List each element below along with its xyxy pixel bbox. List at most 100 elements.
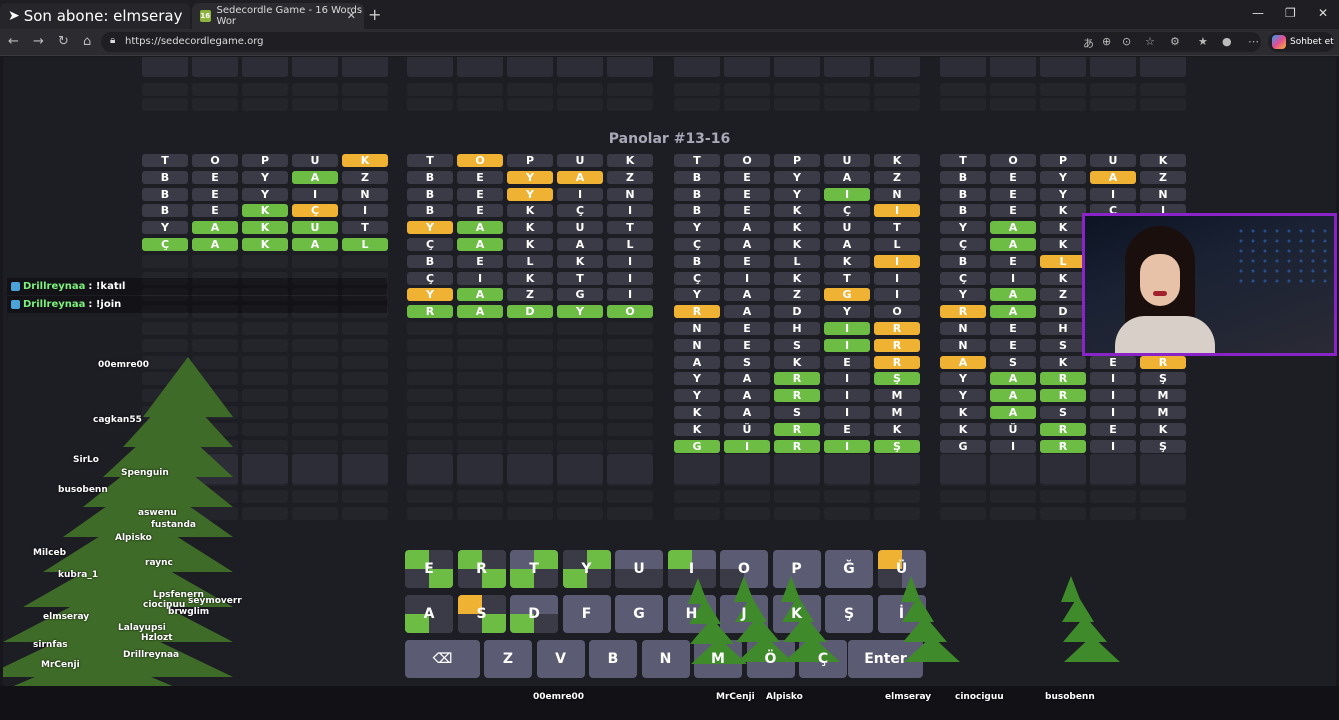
board-tile: S bbox=[990, 355, 1036, 369]
close-tab-icon[interactable]: ✕ bbox=[347, 9, 356, 22]
board-tile: D bbox=[774, 305, 820, 319]
board-tile: A bbox=[824, 238, 870, 251]
key-f[interactable]: F bbox=[562, 595, 611, 633]
key-a[interactable]: A bbox=[405, 595, 453, 633]
key-r[interactable]: R bbox=[457, 550, 506, 588]
tab-stream-title[interactable]: ➤ Son abone: elmseray bbox=[0, 3, 190, 29]
key-ğ[interactable]: Ğ bbox=[825, 550, 873, 588]
empty-tile bbox=[1040, 83, 1086, 96]
restore-icon[interactable]: ❐ bbox=[1285, 6, 1296, 20]
minimize-icon[interactable]: — bbox=[1252, 6, 1264, 20]
more-icon[interactable]: ⋯ bbox=[1248, 35, 1259, 48]
board-tile bbox=[724, 490, 770, 503]
forward-icon[interactable]: → bbox=[33, 34, 44, 49]
board-tile: P bbox=[242, 154, 288, 167]
key-g[interactable]: G bbox=[615, 595, 663, 633]
viewer-name-label: Alpisko bbox=[766, 692, 803, 702]
board-tile bbox=[457, 389, 503, 403]
board-tile: R bbox=[1040, 422, 1086, 436]
key-label: U bbox=[633, 561, 645, 577]
board-tile bbox=[242, 406, 288, 419]
empty-tile bbox=[407, 454, 453, 484]
favorite-icon[interactable]: ☆ bbox=[1145, 35, 1155, 48]
game-area: Panolar #13-16 TOPUKBEYAZBEYINBEKÇIYAKUT… bbox=[3, 57, 1336, 720]
board-tile: B bbox=[407, 187, 453, 201]
board-tile: E bbox=[457, 254, 503, 268]
board-tile: A bbox=[192, 238, 238, 251]
empty-tile bbox=[507, 98, 553, 111]
board-tile: Ü bbox=[990, 422, 1036, 436]
board-tile bbox=[342, 372, 388, 386]
board-tile: G bbox=[557, 288, 603, 302]
key-v[interactable]: V bbox=[536, 640, 585, 678]
key-z[interactable]: Z bbox=[484, 640, 532, 678]
board-tile bbox=[1090, 506, 1136, 520]
tab-sedecordle[interactable]: 16 Sedecordle Game - 16 Words Wor ✕ bbox=[192, 3, 364, 29]
empty-tile bbox=[342, 57, 388, 77]
board-tile: N bbox=[940, 322, 986, 335]
board-tile: I bbox=[1090, 389, 1136, 403]
copilot-button[interactable]: Sohbet et bbox=[1268, 32, 1334, 52]
new-tab-button[interactable]: + bbox=[368, 5, 381, 24]
board-tile: E bbox=[724, 204, 770, 218]
key-s[interactable]: S bbox=[457, 595, 506, 633]
key-e[interactable]: E bbox=[405, 550, 453, 588]
board-tile: K bbox=[557, 254, 603, 268]
board-tile: A bbox=[990, 389, 1036, 403]
key-ş[interactable]: Ş bbox=[825, 595, 873, 633]
translate-icon[interactable]: あ bbox=[1083, 35, 1094, 51]
board-tile bbox=[607, 506, 653, 520]
empty-tile bbox=[607, 98, 653, 111]
board-tile: K bbox=[774, 238, 820, 251]
tab-title: Son abone: elmseray bbox=[23, 7, 183, 25]
empty-tile bbox=[557, 454, 603, 484]
lock-icon: 🔒︎ bbox=[110, 35, 116, 46]
board-tile: R bbox=[1040, 372, 1086, 386]
chat-separator: : bbox=[88, 281, 96, 292]
reading-icon[interactable]: ⊙ bbox=[1122, 35, 1131, 48]
home-icon[interactable]: ⌂ bbox=[83, 34, 91, 49]
board-tile: U bbox=[292, 154, 338, 167]
key-label: H bbox=[685, 606, 698, 622]
board-tile: S bbox=[774, 406, 820, 419]
board-tile: R bbox=[1140, 355, 1186, 369]
board-tile: U bbox=[292, 221, 338, 235]
board-tile bbox=[1040, 506, 1086, 520]
profile-icon[interactable]: ● bbox=[1222, 35, 1232, 48]
tree-viewer-name: seymoverr bbox=[188, 596, 242, 606]
board-tile: P bbox=[774, 154, 820, 167]
board-tile: K bbox=[1040, 355, 1086, 369]
board-tile: Z bbox=[774, 288, 820, 302]
board-tile: I bbox=[607, 254, 653, 268]
key-y[interactable]: Y bbox=[562, 550, 611, 588]
zoom-icon[interactable]: ⊕ bbox=[1102, 35, 1111, 48]
key-u[interactable]: U bbox=[615, 550, 663, 588]
board-tile bbox=[342, 322, 388, 335]
key-t[interactable]: T bbox=[510, 550, 558, 588]
empty-tile bbox=[242, 83, 288, 96]
board-tile: K bbox=[874, 154, 920, 167]
board-tile bbox=[457, 506, 503, 520]
favorites-icon[interactable]: ★ bbox=[1198, 35, 1208, 48]
tree-viewer-name: cagkan55 bbox=[93, 415, 142, 425]
key-n[interactable]: N bbox=[641, 640, 690, 678]
close-window-icon[interactable]: ✕ bbox=[1318, 6, 1328, 20]
back-icon[interactable]: ← bbox=[8, 34, 19, 49]
board-tile: A bbox=[724, 389, 770, 403]
board-tile: E bbox=[990, 170, 1036, 184]
extensions-icon[interactable]: ⚙ bbox=[1170, 35, 1180, 48]
board-tile: S bbox=[1040, 338, 1086, 352]
board-tile: E bbox=[724, 187, 770, 201]
board-tile: B bbox=[674, 170, 720, 184]
key-b[interactable]: B bbox=[589, 640, 637, 678]
key-d[interactable]: D bbox=[510, 595, 558, 633]
board-tile bbox=[407, 322, 453, 335]
refresh-icon[interactable]: ↻ bbox=[58, 34, 69, 49]
board-tile: R bbox=[940, 305, 986, 319]
empty-tile bbox=[1040, 57, 1086, 77]
user-badge-icon bbox=[11, 282, 20, 291]
board-tile: B bbox=[940, 204, 986, 218]
board-tile: Z bbox=[507, 288, 553, 302]
backspace-key[interactable]: ⌫ bbox=[405, 640, 480, 678]
board-tile bbox=[242, 322, 288, 335]
